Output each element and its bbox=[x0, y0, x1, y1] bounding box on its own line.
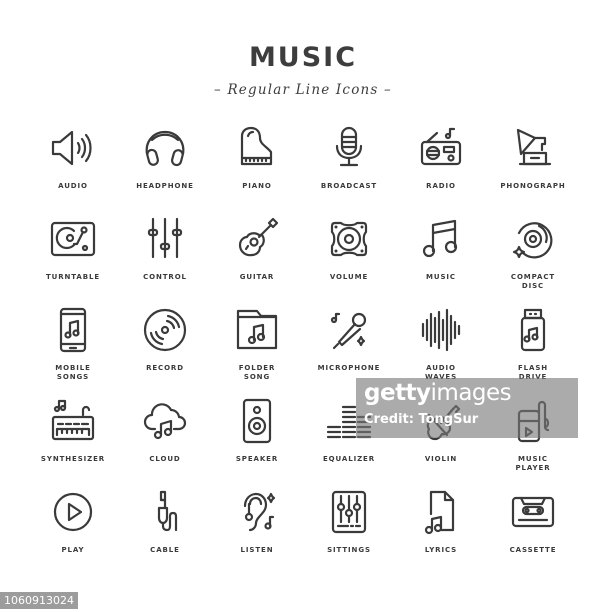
cassette-icon bbox=[511, 496, 555, 528]
icon-label: TURNTABLE bbox=[45, 273, 101, 281]
icon-label: VIOLIN bbox=[424, 455, 458, 463]
icon-label: LYRICS bbox=[424, 546, 458, 554]
icon-tile: CLOUD bbox=[119, 391, 211, 482]
icon-tile: FOLDER SONG bbox=[211, 300, 303, 391]
music-note-icon bbox=[422, 219, 458, 258]
image-id-tag: 1060913024 bbox=[0, 592, 78, 609]
icon-tile: SITTINGS bbox=[303, 482, 395, 573]
icon-tile: MUSIC bbox=[395, 209, 487, 300]
headphone-icon bbox=[145, 130, 185, 167]
speaker-box-icon bbox=[242, 398, 272, 444]
synthesizer-icon bbox=[51, 399, 95, 441]
icon-label: EQUALIZER bbox=[322, 455, 376, 463]
music-folder-icon bbox=[236, 309, 278, 350]
vinyl-record-icon bbox=[143, 308, 187, 352]
icon-label: RADIO bbox=[426, 182, 456, 190]
icon-label: MOBILE SONGS bbox=[55, 364, 91, 381]
compact-disc-icon bbox=[512, 222, 553, 259]
watermark-brand: gettyimages bbox=[364, 380, 512, 406]
lyrics-file-icon bbox=[424, 490, 455, 535]
icon-label: SITTINGS bbox=[327, 546, 371, 554]
icon-label: PLAY bbox=[61, 546, 85, 554]
icon-tile: SYNTHESIZER bbox=[27, 391, 119, 482]
mobile-music-icon bbox=[59, 307, 87, 353]
icon-tile: LISTEN bbox=[211, 482, 303, 573]
icon-tile: PIANO bbox=[211, 118, 303, 209]
play-circle-icon bbox=[53, 492, 93, 532]
icon-tile: RECORD bbox=[119, 300, 211, 391]
speaker-volume-icon bbox=[51, 130, 92, 166]
icon-tile: MOBILE SONGS bbox=[27, 300, 119, 391]
icon-label: AUDIO bbox=[58, 182, 88, 190]
icon-grid: AUDIO HEADPHONE PIANO BROADCAST RADIO PH… bbox=[27, 118, 579, 573]
icon-tile: PHONOGRAPH bbox=[487, 118, 579, 209]
loudspeaker-icon bbox=[330, 221, 368, 257]
icon-tile: CONTROL bbox=[119, 209, 211, 300]
icon-label: COMPACT DISC bbox=[510, 273, 556, 290]
icon-tile: SPEAKER bbox=[211, 391, 303, 482]
icon-tile: PLAY bbox=[27, 482, 119, 573]
page-subtitle: – Regular Line Icons – bbox=[214, 82, 392, 98]
music-cloud-icon bbox=[143, 403, 187, 440]
icon-label: PIANO bbox=[242, 182, 272, 190]
icon-label: MUSIC bbox=[426, 273, 456, 281]
icon-label: CLOUD bbox=[149, 455, 181, 463]
piano-icon bbox=[240, 126, 273, 166]
page-title: MUSIC bbox=[248, 42, 358, 73]
watermark-credit: Credit: TongSur bbox=[364, 412, 479, 427]
icon-label: VOLUME bbox=[329, 273, 369, 281]
icon-label: GUITAR bbox=[239, 273, 275, 281]
watermark-brand-bold: getty bbox=[364, 380, 431, 406]
icon-tile: TURNTABLE bbox=[27, 209, 119, 300]
icon-tile: BROADCAST bbox=[303, 118, 395, 209]
icon-tile: RADIO bbox=[395, 118, 487, 209]
icon-label: LISTEN bbox=[240, 546, 274, 554]
radio-icon bbox=[420, 127, 462, 166]
usb-music-icon bbox=[520, 308, 546, 352]
mixer-settings-icon bbox=[331, 490, 367, 534]
icon-tile: AUDIO bbox=[27, 118, 119, 209]
icon-label: MICROPHONE bbox=[317, 364, 381, 372]
watermark-brand-light: images bbox=[430, 380, 512, 406]
phonograph-icon bbox=[516, 128, 552, 166]
handheld-microphone-icon bbox=[330, 312, 367, 350]
icon-tile: CASSETTE bbox=[487, 482, 579, 573]
icon-label: HEADPHONE bbox=[136, 182, 194, 190]
ear-music-icon bbox=[243, 492, 276, 532]
icon-tile: VOLUME bbox=[303, 209, 395, 300]
microphone-stand-icon bbox=[335, 126, 363, 167]
guitar-icon bbox=[238, 217, 279, 257]
icon-label: SPEAKER bbox=[235, 455, 279, 463]
icon-label: RECORD bbox=[146, 364, 184, 372]
turntable-icon bbox=[50, 221, 96, 257]
icon-label: MUSIC PLAYER bbox=[515, 455, 551, 472]
icon-tile: GUITAR bbox=[211, 209, 303, 300]
icon-tile: HEADPHONE bbox=[119, 118, 211, 209]
icon-label: CABLE bbox=[150, 546, 180, 554]
sound-waves-icon bbox=[421, 308, 461, 352]
icon-tile: CABLE bbox=[119, 482, 211, 573]
sliders-icon bbox=[147, 217, 183, 259]
icon-tile: COMPACT DISC bbox=[487, 209, 579, 300]
icon-label: PHONOGRAPH bbox=[500, 182, 566, 190]
audio-jack-icon bbox=[157, 490, 178, 532]
icon-label: FOLDER SONG bbox=[238, 364, 276, 381]
icon-tile: LYRICS bbox=[395, 482, 487, 573]
watermark-overlay: gettyimages Credit: TongSur bbox=[356, 378, 578, 438]
icon-label: BROADCAST bbox=[320, 182, 378, 190]
icon-label: SYNTHESIZER bbox=[40, 455, 106, 463]
icon-label: CONTROL bbox=[143, 273, 187, 281]
icon-label: CASSETTE bbox=[509, 546, 557, 554]
